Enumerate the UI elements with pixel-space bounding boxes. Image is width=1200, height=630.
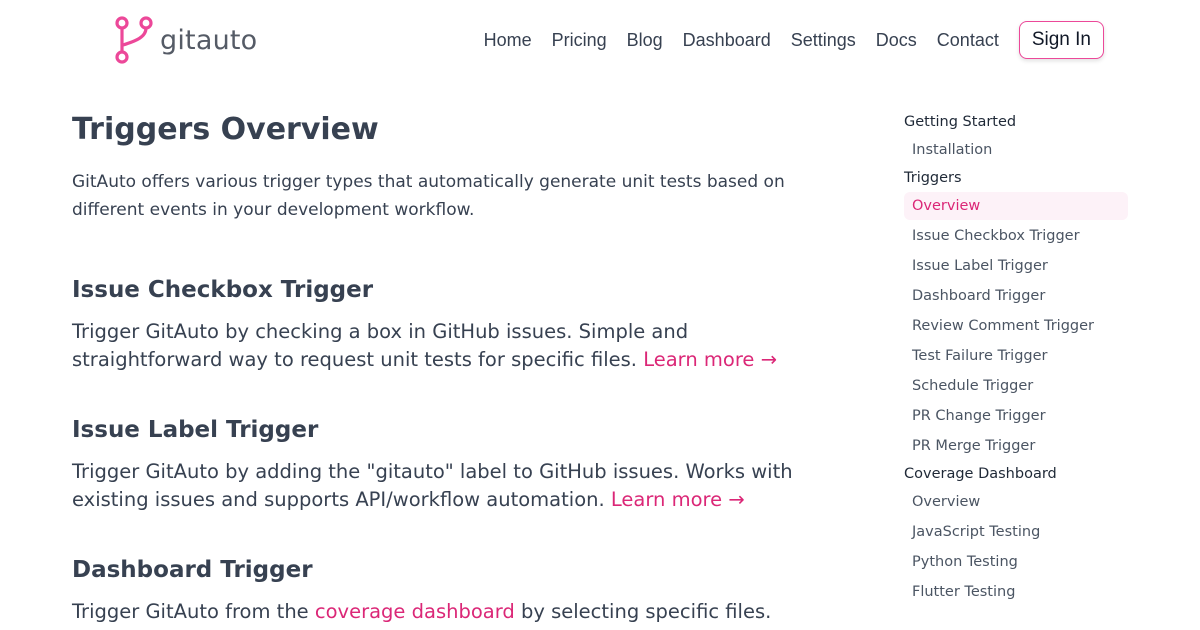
sidebar-item-schedule-trigger[interactable]: Schedule Trigger	[904, 372, 1128, 400]
section-title: Issue Label Trigger	[72, 417, 319, 443]
nav-dashboard[interactable]: Dashboard	[683, 30, 771, 51]
sidebar-item-javascript-testing[interactable]: JavaScript Testing	[904, 518, 1128, 546]
section-body: Trigger GitAuto by adding the "gitauto" …	[72, 458, 842, 514]
section-title: Dashboard Trigger	[72, 557, 313, 583]
docs-sidebar: Getting Started Installation Triggers Ov…	[904, 110, 1128, 608]
sidebar-item-test-failure-trigger[interactable]: Test Failure Trigger	[904, 342, 1128, 370]
nav-contact[interactable]: Contact	[937, 30, 999, 51]
nav-settings[interactable]: Settings	[791, 30, 856, 51]
sidebar-item-issue-checkbox-trigger[interactable]: Issue Checkbox Trigger	[904, 222, 1128, 250]
sidebar-item-installation[interactable]: Installation	[904, 136, 1128, 164]
nav-pricing[interactable]: Pricing	[552, 30, 607, 51]
sidebar-group-coverage-dashboard: Coverage Dashboard	[904, 466, 1057, 482]
sidebar-item-dashboard-trigger[interactable]: Dashboard Trigger	[904, 282, 1128, 310]
sidebar-item-python-testing[interactable]: Python Testing	[904, 548, 1128, 576]
page-title: Triggers Overview	[72, 112, 379, 147]
section-text: Trigger GitAuto from the	[72, 600, 309, 623]
nav-home[interactable]: Home	[484, 30, 532, 51]
section-body: Trigger GitAuto by checking a box in Git…	[72, 318, 842, 374]
learn-more-link[interactable]: Learn more →	[611, 488, 745, 511]
logo-link[interactable]: gitauto	[114, 15, 257, 65]
sidebar-item-issue-label-trigger[interactable]: Issue Label Trigger	[904, 252, 1128, 280]
section-body: Trigger GitAuto from the coverage dashbo…	[72, 598, 842, 630]
section-text: Trigger GitAuto by checking a box in Git…	[72, 320, 689, 371]
brand-name: gitauto	[160, 24, 258, 56]
intro-paragraph: GitAuto offers various trigger types tha…	[72, 172, 785, 220]
docs-content: Triggers Overview GitAuto offers various…	[72, 108, 842, 630]
sidebar-group-triggers: Triggers	[904, 170, 962, 186]
section-issue-label: Issue Label Trigger Trigger GitAuto by a…	[72, 414, 842, 514]
sign-in-button[interactable]: Sign In	[1018, 21, 1104, 59]
section-title: Issue Checkbox Trigger	[72, 277, 374, 303]
nav-blog[interactable]: Blog	[627, 30, 663, 51]
sidebar-item-coverage-overview[interactable]: Overview	[904, 488, 1128, 516]
sidebar-item-review-comment-trigger[interactable]: Review Comment Trigger	[904, 312, 1128, 340]
main-nav: Home Pricing Blog Dashboard Settings Doc…	[464, 21, 1104, 59]
sidebar-item-pr-merge-trigger[interactable]: PR Merge Trigger	[904, 432, 1128, 460]
gitauto-logo-icon	[115, 16, 153, 64]
coverage-dashboard-link[interactable]: coverage dashboard	[315, 600, 515, 623]
sidebar-item-triggers-overview[interactable]: Overview	[904, 192, 1128, 220]
site-header: gitauto Home Pricing Blog Dashboard Sett…	[0, 0, 1200, 80]
nav-docs[interactable]: Docs	[876, 30, 917, 51]
learn-more-link[interactable]: Learn more →	[643, 348, 777, 371]
section-issue-checkbox: Issue Checkbox Trigger Trigger GitAuto b…	[72, 274, 842, 374]
sidebar-item-pr-change-trigger[interactable]: PR Change Trigger	[904, 402, 1128, 430]
section-dashboard: Dashboard Trigger Trigger GitAuto from t…	[72, 554, 842, 630]
sidebar-group-getting-started: Getting Started	[904, 114, 1017, 130]
sidebar-item-flutter-testing[interactable]: Flutter Testing	[904, 578, 1128, 606]
